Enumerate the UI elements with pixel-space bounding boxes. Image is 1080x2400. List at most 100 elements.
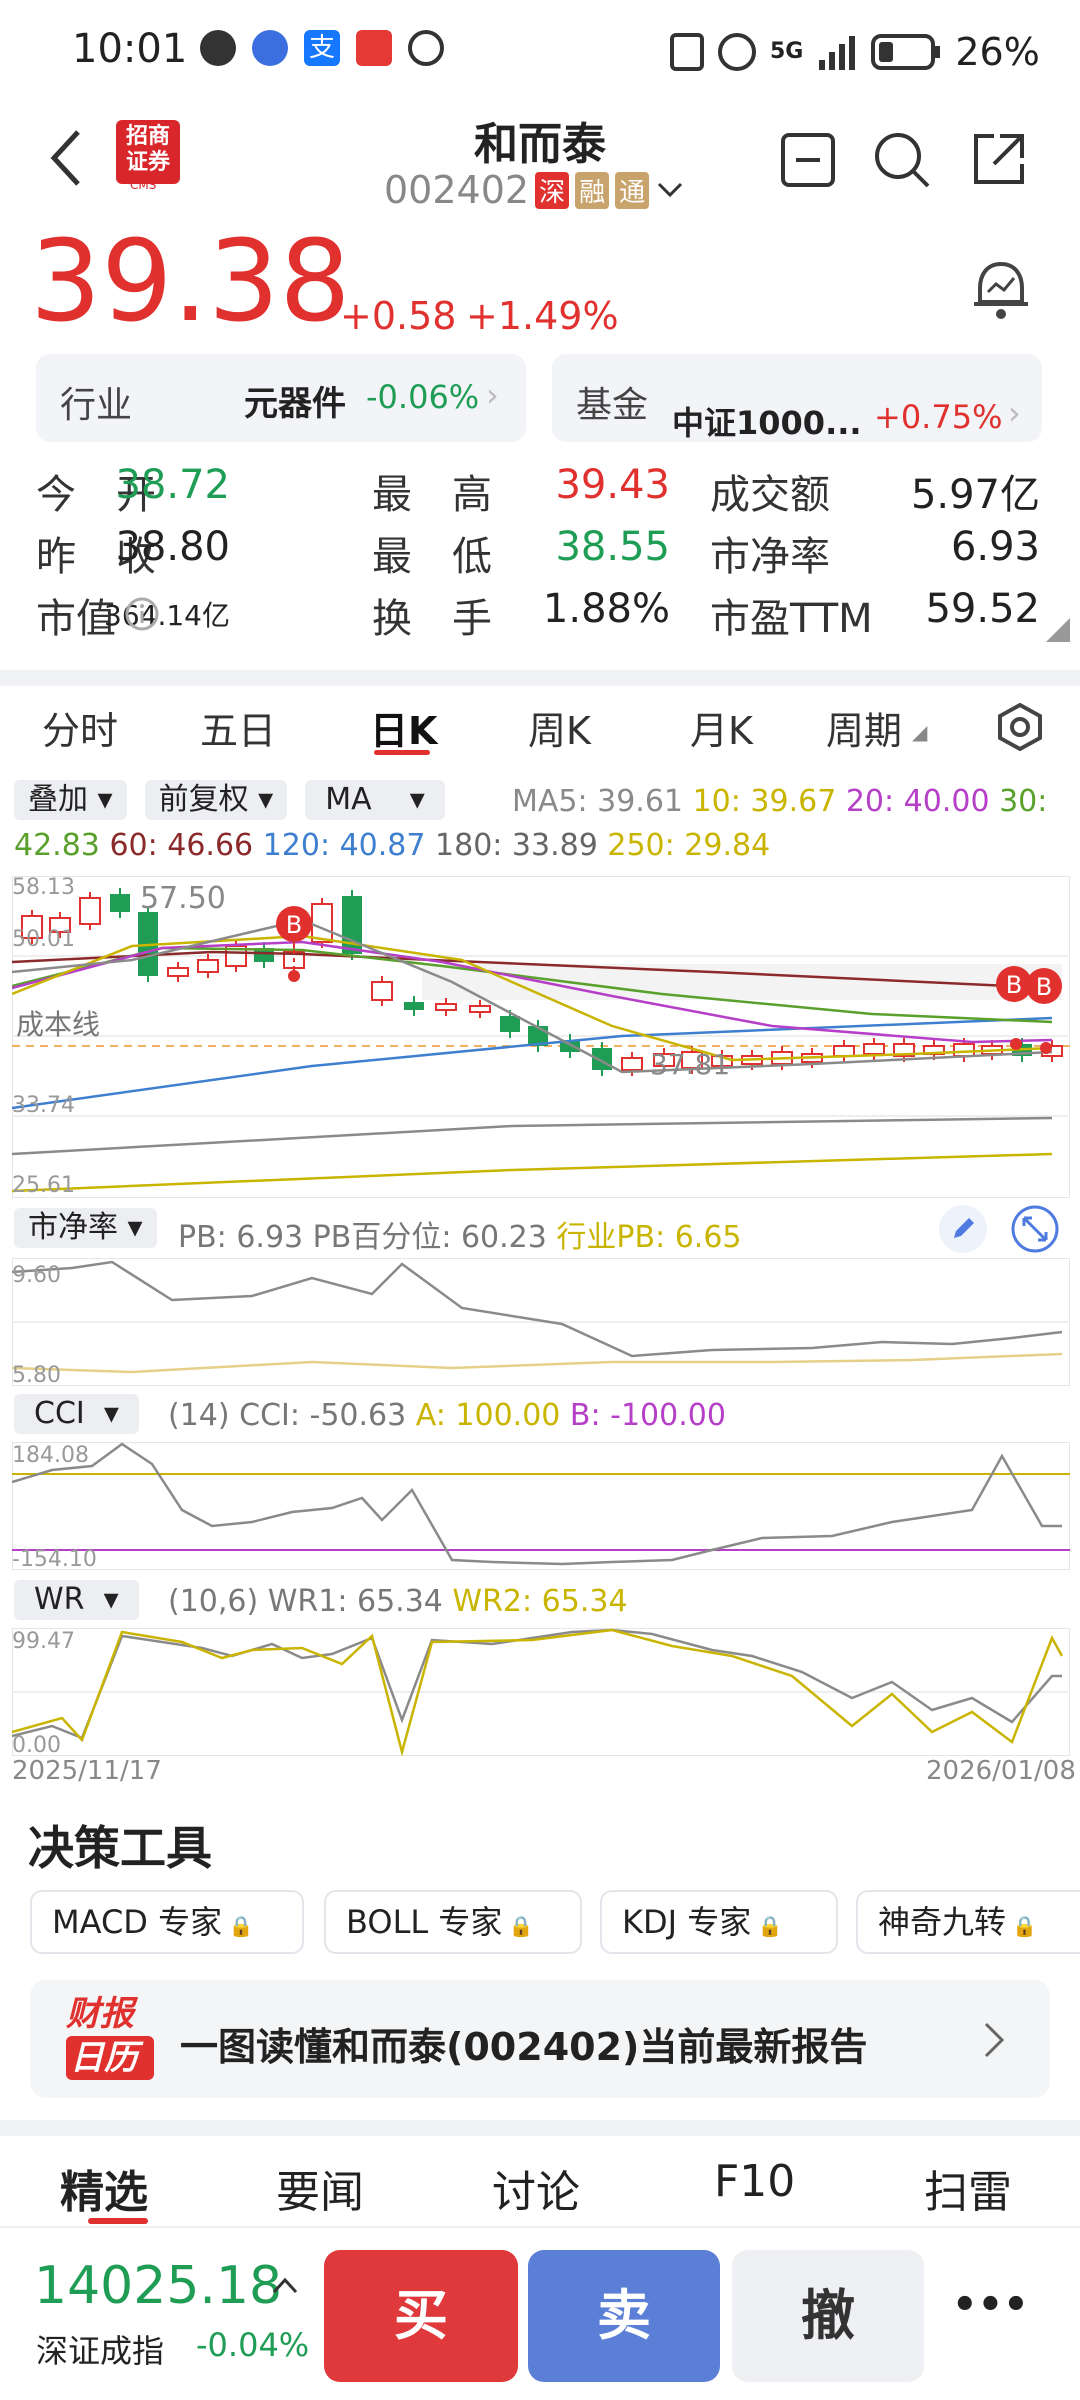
chart-tab[interactable]: 分时 [42, 700, 118, 755]
cancel-button[interactable]: 撤 [732, 2250, 924, 2382]
ma-select[interactable]: MA ▾ [305, 780, 445, 820]
news-tab[interactable]: 扫雷 [924, 2156, 1012, 2220]
fund-chevron-icon: › [1008, 394, 1021, 432]
candle [167, 967, 189, 977]
share-icon[interactable] [970, 130, 1028, 188]
candle [197, 959, 219, 973]
cci-label: CCI [34, 1396, 85, 1431]
chart-tab[interactable]: 周K [528, 700, 591, 755]
cci-line [12, 1442, 1062, 1566]
chart-tab[interactable]: 日K [370, 700, 437, 755]
candle [863, 1043, 885, 1055]
adjust-select[interactable]: 前复权 ▾ [144, 780, 288, 820]
overlay-select[interactable]: 叠加 ▾ [14, 780, 127, 820]
stat-label: 成交额 [710, 472, 830, 518]
candle [833, 1045, 855, 1057]
news-tab[interactable]: F10 [714, 2156, 795, 2207]
settings-hex-icon[interactable] [996, 702, 1044, 752]
pb-select[interactable]: 市净率 ▾ [14, 1208, 157, 1248]
stat-label: 最 低 [372, 534, 492, 580]
chart-tab[interactable]: 五日 [200, 700, 276, 755]
cci-select[interactable]: CCI ▾ [14, 1394, 139, 1434]
current-price: 39.38 [30, 217, 351, 347]
decision-tool-label: BOLL 专家 [346, 1903, 503, 1941]
ma180-value: 180: 33.89 [435, 828, 598, 863]
wr-chart[interactable]: 99.47 0.00 [12, 1628, 1070, 1756]
section-divider [0, 670, 1080, 686]
sell-button[interactable]: 卖 [528, 2250, 720, 2382]
report-banner[interactable]: 财报 日历 一图读懂和而泰(002402)当前最新报告 [30, 1980, 1050, 2098]
cci-chart[interactable]: 184.08 -154.10 [12, 1442, 1070, 1570]
date-start: 2025/11/17 [12, 1756, 162, 1786]
stat-value: 38.55 [555, 524, 670, 570]
stat-label: 市净率 [710, 534, 830, 580]
candle [371, 981, 393, 1001]
app-icon [252, 30, 288, 66]
wr-ymax: 99.47 [12, 1629, 75, 1654]
decision-title: 决策工具 [28, 1821, 212, 1875]
price-change-percent: +1.49% [466, 294, 619, 338]
pb-chart[interactable]: 9.60 5.80 [12, 1258, 1070, 1386]
report-text: 一图读懂和而泰(002402)当前最新报告 [180, 2025, 868, 2069]
fullscreen-icon[interactable] [1010, 1204, 1060, 1254]
alarm-icon [718, 33, 756, 71]
chevron-right-icon [984, 2022, 1005, 2058]
buy-marker-1-label: B [286, 911, 302, 939]
lock-icon: 🔒 [1006, 1914, 1038, 1938]
expand-corner-icon[interactable] [1046, 618, 1070, 642]
minus-square-icon[interactable] [780, 132, 836, 188]
decision-tool-label: KDJ 专家 [622, 1903, 752, 1941]
chart-tab[interactable]: 周期 [826, 700, 902, 755]
index-name: 深证成指 [36, 2332, 165, 2370]
lock-icon: 🔒 [502, 1914, 534, 1938]
hotspot-icon [408, 30, 444, 66]
decision-tool-button[interactable]: BOLL 专家 🔒 [324, 1890, 582, 1954]
ma30-value: 42.83 [14, 828, 100, 863]
kline-chart[interactable]: B B B 58.13 50.01 成本线 33.74 25.61 57.50 … [12, 876, 1070, 1198]
more-button[interactable]: ••• [952, 2282, 1029, 2328]
tag-shen: 深 [535, 171, 570, 209]
tabs-divider [0, 2226, 1080, 2228]
fund-card[interactable]: 基金 中证1000... +0.75% › [552, 354, 1042, 442]
news-tab[interactable]: 精选 [60, 2156, 148, 2220]
stat-label: 换 手 [372, 596, 492, 642]
decision-tool-button[interactable]: MACD 专家 🔒 [30, 1890, 304, 1954]
ma5-value: MA5: 39.61 [512, 784, 684, 819]
wr-wr2: WR2: 65.34 [452, 1584, 628, 1619]
ma-label: MA [325, 782, 372, 817]
buy-marker-3-label: B [1036, 973, 1052, 1001]
signal-icon [819, 36, 856, 70]
chart-tab[interactable]: 月K [690, 700, 753, 755]
decision-tool-button[interactable]: KDJ 专家 🔒 [600, 1890, 838, 1954]
news-tab[interactable]: 要闻 [276, 2156, 364, 2220]
period-dropdown-icon: ◢ [912, 720, 928, 744]
battery-percent: 26% [955, 30, 1040, 74]
stock-code: 002402 [384, 168, 530, 212]
redbook-icon [356, 30, 392, 66]
industry-card[interactable]: 行业 元器件 -0.06% › [36, 354, 526, 442]
news-tab[interactable]: 讨论 [492, 2156, 580, 2220]
industry-chevron-icon: › [486, 376, 499, 414]
status-time: 10:01 [72, 26, 188, 72]
stock-code-row[interactable]: 002402 深 融 通 [384, 168, 685, 212]
search-icon[interactable] [872, 130, 932, 190]
kline-low-label: 37.81 [650, 1048, 730, 1081]
edit-icon[interactable] [938, 1204, 988, 1254]
kline-ymin: 25.61 [12, 1173, 75, 1198]
fund-pct: +0.75% [874, 398, 1003, 436]
decision-tool-button[interactable]: 神奇九转 🔒 [856, 1890, 1080, 1954]
ma180-line [12, 1116, 1053, 1156]
stat-value: 6.93 [950, 524, 1040, 570]
cci-ymax: 184.08 [12, 1443, 89, 1468]
ma30-label: 30: [999, 784, 1048, 819]
system-icons: 5G 26% [670, 30, 1040, 74]
candle [953, 1043, 975, 1057]
buy-button[interactable]: 买 [324, 2250, 518, 2382]
info-icon[interactable] [124, 596, 160, 632]
wr-select[interactable]: WR ▾ [14, 1580, 139, 1620]
industry-label: 行业 [60, 385, 133, 426]
date-end: 2026/01/08 [926, 1756, 1076, 1786]
price-alert-icon[interactable] [970, 256, 1032, 322]
chevron-up-icon[interactable] [270, 2276, 300, 2296]
industry-pct: -0.06% [366, 378, 480, 416]
